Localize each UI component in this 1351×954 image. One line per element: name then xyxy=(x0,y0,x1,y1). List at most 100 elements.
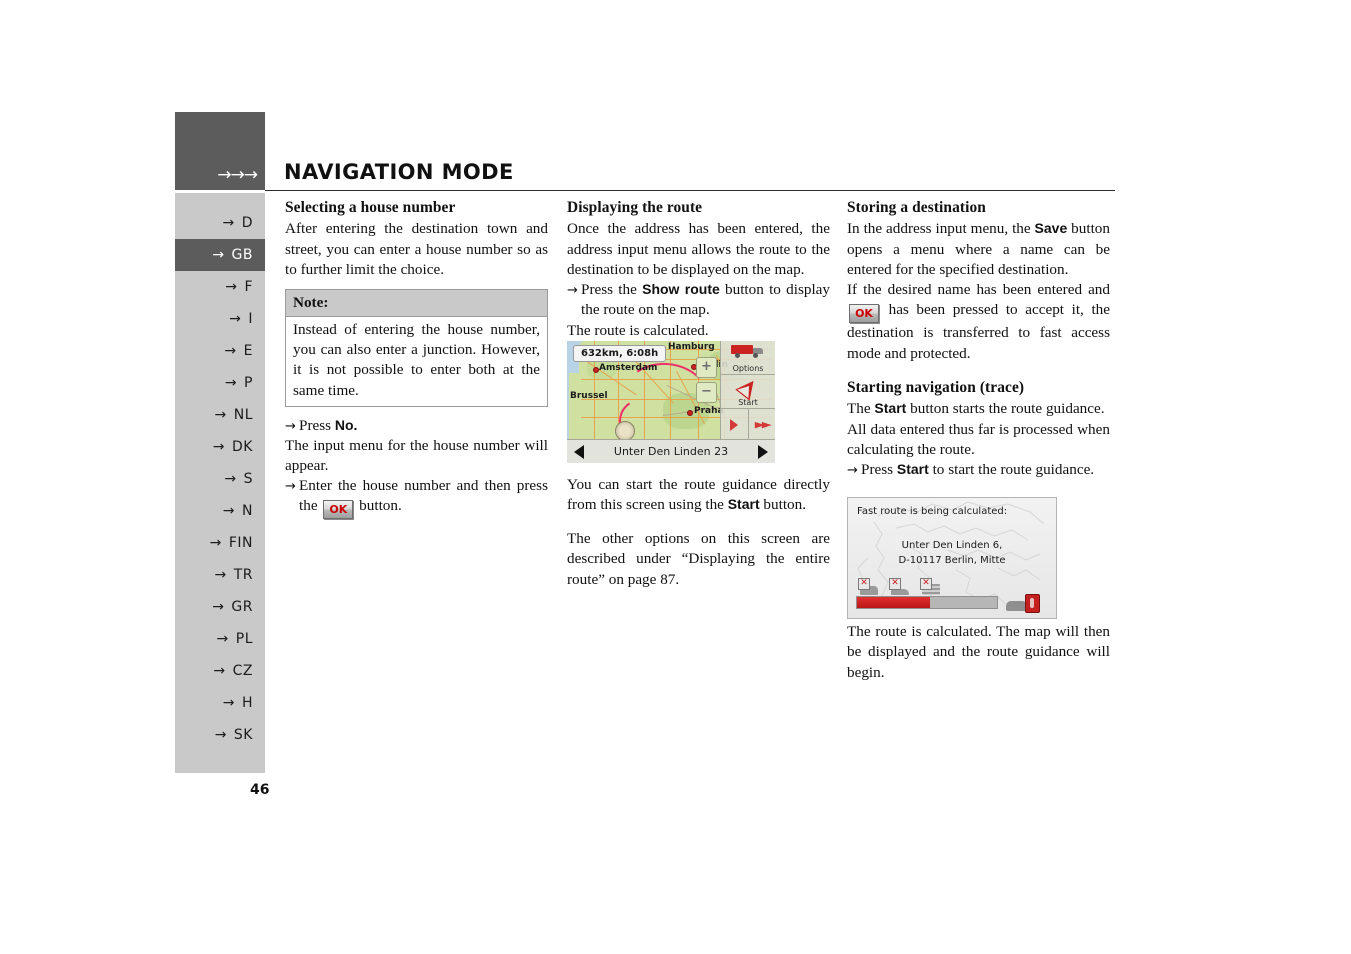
chapter-tab-header: →→→ xyxy=(175,112,265,190)
paragraph-other-options: The other options on this screen are des… xyxy=(567,530,830,588)
sidebar-item-n[interactable]: → N xyxy=(175,495,265,527)
step-press-start: → Press Start to start the route guidance… xyxy=(847,460,1110,480)
sidebar-item-cz[interactable]: → CZ xyxy=(175,655,265,687)
sidebar-item-label: SK xyxy=(233,727,253,743)
ok-key-icon[interactable]: OK xyxy=(323,500,354,520)
text-tail: button starts the route guidance. xyxy=(906,400,1105,418)
destination-block: Unter Den Linden 6, D-10117 Berlin, Mitt… xyxy=(848,538,1056,568)
triangle-left-icon[interactable] xyxy=(574,444,584,459)
sidebar-item-label: TR xyxy=(233,567,253,583)
sidebar-item-label: GR xyxy=(231,599,253,615)
no-toll-icon: ✕ xyxy=(920,578,942,595)
arrow-right-icon: → xyxy=(224,343,237,359)
sidebar-item-p[interactable]: → P xyxy=(175,367,265,399)
sidebar-item-s[interactable]: → S xyxy=(175,463,265,495)
triangle-right-icon[interactable] xyxy=(758,444,768,459)
map-side-panel: Options Start ►► xyxy=(720,341,775,441)
sidebar-item-label: GB xyxy=(231,247,253,263)
play-icon xyxy=(730,419,739,431)
sidebar-item-label: I xyxy=(248,311,253,327)
arrow-right-icon: → xyxy=(847,462,858,478)
cross-mark: ✕ xyxy=(889,578,901,590)
sidebar-item-label: DK xyxy=(232,439,253,455)
cross-mark: ✕ xyxy=(920,578,932,590)
button-ref-start: Start xyxy=(727,496,760,513)
options-button[interactable]: Options xyxy=(721,341,775,375)
step-enter-house-number: → Enter the house number and then press t… xyxy=(285,476,548,520)
chapter-arrows-icon: →→→ xyxy=(217,165,258,185)
wheel-icon xyxy=(753,353,758,358)
arrow-right-icon: → xyxy=(213,663,226,679)
paragraph-ok-pressed: If the desired name has been entered and… xyxy=(847,280,1110,364)
paragraph-start-button: The Start button starts the route guidan… xyxy=(847,399,1110,419)
map-city-dot xyxy=(687,410,693,416)
stop-sign-shape xyxy=(1025,594,1040,613)
start-button[interactable]: Start xyxy=(721,375,775,409)
sidebar-item-label: NL xyxy=(233,407,253,423)
sidebar-item-gr[interactable]: → GR xyxy=(175,591,265,623)
map-playback-controls: ►► xyxy=(721,409,775,441)
step-text-tail: button. xyxy=(355,497,402,515)
rail-spacer xyxy=(175,193,265,207)
arrow-right-icon: → xyxy=(212,247,225,263)
cross-mark: ✕ xyxy=(858,578,870,590)
play-button[interactable] xyxy=(721,409,749,441)
text: The xyxy=(847,400,875,418)
arrow-right-icon: → xyxy=(214,407,227,423)
section-heading-storing-destination: Storing a destination xyxy=(847,199,986,216)
sidebar-item-f[interactable]: → F xyxy=(175,271,265,303)
column-one: Selecting a house number After entering … xyxy=(285,198,548,520)
sidebar-item-label: D xyxy=(241,215,253,231)
screenshot-route-calculating: Fast route is being calculated: Unter De… xyxy=(847,497,1057,619)
text-tail: button. xyxy=(759,496,807,514)
button-ref-show-route: Show route xyxy=(642,281,720,298)
arrow-right-icon: → xyxy=(209,535,222,551)
sidebar-item-tr[interactable]: → TR xyxy=(175,559,265,591)
sidebar-item-e[interactable]: → E xyxy=(175,335,265,367)
text: If the desired name has been entered and xyxy=(847,281,1110,299)
text: In the address input menu, the xyxy=(847,220,1035,238)
sidebar-item-gb[interactable]: → GB xyxy=(175,239,265,271)
map-city-label: Brussel xyxy=(570,391,608,401)
language-sidebar[interactable]: → D → GB → F → I → E → P → NL → DK → S →… xyxy=(175,193,265,773)
arrow-right-icon: → xyxy=(212,599,225,615)
arrow-right-icon: → xyxy=(214,727,227,743)
arrow-right-icon: → xyxy=(212,439,226,455)
screenshot-route-overview: Amsterdam Berlin Hamburg Brussel Praha 6… xyxy=(567,341,775,463)
sidebar-item-fin[interactable]: → FIN xyxy=(175,527,265,559)
sidebar-item-h[interactable]: → H xyxy=(175,687,265,719)
ok-key-icon[interactable]: OK xyxy=(849,304,879,324)
no-ferry-icon: ✕ xyxy=(889,578,911,595)
page-number: 46 xyxy=(250,782,270,798)
step-press-show-route: → Press the Show route button to display … xyxy=(567,280,830,320)
manual-page: →→→ → D → GB → F → I → E → P → NL → DK →… xyxy=(0,0,1351,954)
button-ref-start: Start xyxy=(896,460,929,477)
button-ref-no: No. xyxy=(334,416,358,433)
sidebar-item-d[interactable]: → D xyxy=(175,207,265,239)
sidebar-item-dk[interactable]: → DK xyxy=(175,431,265,463)
sidebar-item-nl[interactable]: → NL xyxy=(175,399,265,431)
sidebar-item-label: N xyxy=(242,503,253,519)
sidebar-item-label: F xyxy=(244,279,253,295)
sidebar-item-label: H xyxy=(241,695,253,711)
fast-forward-button[interactable]: ►► xyxy=(749,409,776,441)
zoom-in-button[interactable]: + xyxy=(696,357,717,378)
arrow-right-icon: → xyxy=(224,471,237,487)
note-label: Note: xyxy=(286,290,547,318)
zoom-out-button[interactable]: − xyxy=(696,382,717,403)
paragraph-route-calculated: The route is calculated. xyxy=(567,321,709,339)
sidebar-item-pl[interactable]: → PL xyxy=(175,623,265,655)
sidebar-item-i[interactable]: → I xyxy=(175,303,265,335)
cancel-route-icon[interactable] xyxy=(1006,593,1040,613)
paragraph-start-from-screen: You can start the route guidance directl… xyxy=(567,475,830,515)
sidebar-item-label: S xyxy=(243,471,253,487)
paragraph-route-calculated-final: The route is calculated. The map will th… xyxy=(847,623,1110,681)
text-tail: has been pressed to accept it, the desti… xyxy=(847,301,1110,362)
note-box: Note: Instead of entering the house numb… xyxy=(285,289,548,407)
button-ref-start: Start xyxy=(874,400,907,417)
sidebar-item-label: CZ xyxy=(232,663,253,679)
sidebar-item-sk[interactable]: → SK xyxy=(175,719,265,751)
destination-line-1: Unter Den Linden 6, xyxy=(901,540,1003,551)
vehicle-icon xyxy=(731,345,753,354)
